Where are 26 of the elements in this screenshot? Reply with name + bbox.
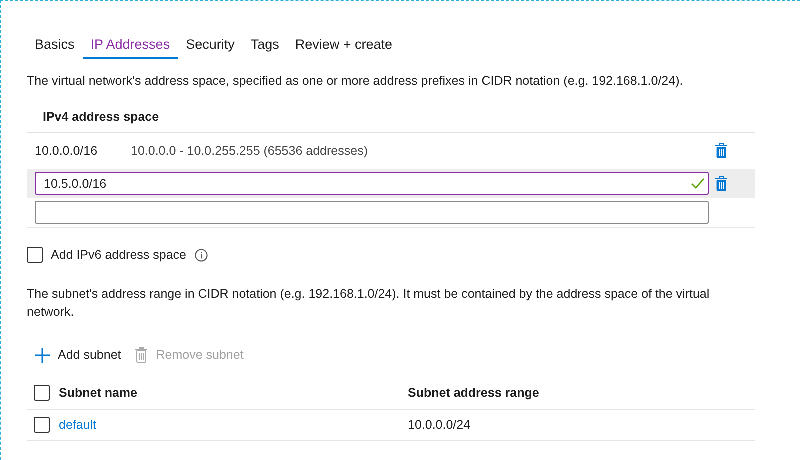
plus-icon [35, 348, 50, 362]
delete-icon[interactable] [715, 176, 728, 192]
delete-icon[interactable] [715, 143, 728, 159]
select-all-checkbox[interactable] [34, 385, 50, 401]
column-header: Subnet name [59, 386, 138, 400]
table-cell: 10.0.0.0/24 [408, 418, 471, 432]
row-checkbox[interactable] [34, 417, 50, 433]
tab[interactable]: Tags [242, 32, 288, 59]
column-header: IPv4 address space [43, 110, 160, 124]
tab[interactable]: Review + create [287, 32, 401, 59]
info-icon[interactable] [194, 248, 208, 262]
add-subnet-button[interactable]: Add subnet [35, 345, 122, 365]
checkbox-label: Add IPv6 address space [51, 248, 186, 262]
address-space-description: The virtual network's address space, specified as one or more address prefixes in CIDR notation (e.g. 192.168.1.0/24). [27, 74, 684, 88]
tab[interactable]: IP Addresses [82, 32, 178, 59]
address-prefix: 10.0.0.0/16 [35, 144, 99, 158]
subnet-name-link[interactable]: default [59, 418, 97, 432]
address-input-field[interactable] [35, 201, 709, 224]
address-range: 10.0.0.0 - 10.0.255.255 (65536 addresses) [131, 144, 369, 158]
checkbox[interactable] [27, 247, 43, 263]
subnet-description: The subnet's address range in CIDR notation (e.g. 192.168.1.0/24). It must be contained by the address space of the virtual network. [27, 286, 711, 321]
column-header: Subnet address range [408, 386, 540, 400]
trash-icon [135, 347, 148, 363]
tab[interactable]: Basics [27, 32, 83, 59]
tab[interactable]: Security [178, 32, 243, 59]
address-input-field[interactable]: 10.5.0.0/16 [35, 172, 709, 195]
